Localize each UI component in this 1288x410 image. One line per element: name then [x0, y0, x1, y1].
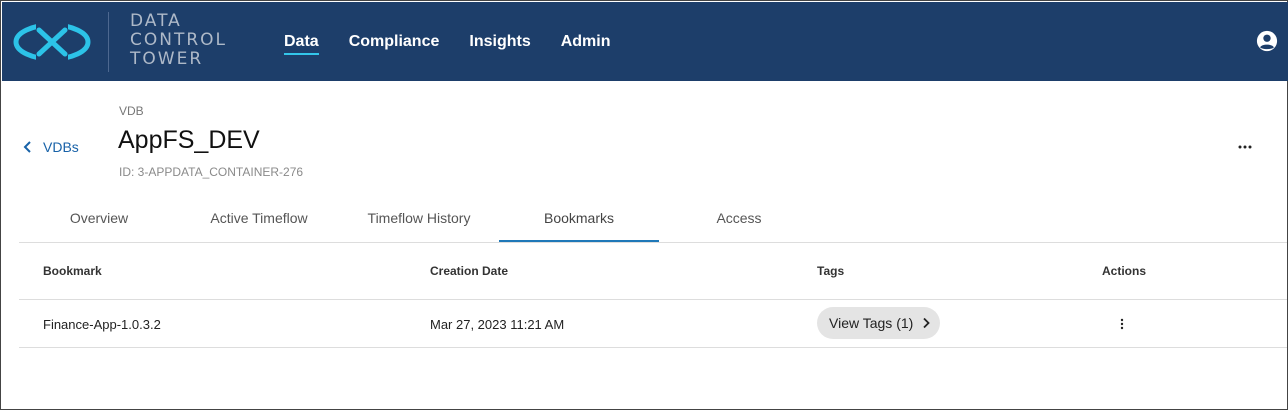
more-horizontal-icon[interactable] — [1237, 139, 1253, 155]
creation-date: Mar 27, 2023 11:21 AM — [430, 317, 565, 332]
tab-bar: Overview Active Timeflow Timeflow Histor… — [19, 197, 1287, 243]
back-link-label: VDBs — [43, 139, 79, 155]
nav-item-data[interactable]: Data — [284, 33, 319, 55]
page-title: AppFS_DEV — [118, 126, 260, 154]
nav-item-compliance[interactable]: Compliance — [349, 33, 440, 55]
logo-icon — [13, 22, 91, 62]
tab-access[interactable]: Access — [659, 197, 819, 242]
bookmark-name: Finance-App-1.0.3.2 — [43, 317, 161, 332]
view-tags-button[interactable]: View Tags (1) — [817, 307, 940, 339]
tab-overview[interactable]: Overview — [19, 197, 179, 242]
back-to-vdbs-link[interactable]: VDBs — [21, 139, 79, 155]
table-header: Bookmark Creation Date Tags Actions — [19, 243, 1287, 300]
logo-line-1: DATA — [130, 11, 182, 31]
table-row[interactable]: Finance-App-1.0.3.2 Mar 27, 2023 11:21 A… — [19, 300, 1287, 348]
logo-divider — [108, 12, 109, 72]
app-window: DATA CONTROL TOWER Data Compliance Insig… — [0, 0, 1288, 410]
tab-timeflow-history[interactable]: Timeflow History — [339, 197, 499, 242]
chevron-left-icon — [23, 141, 31, 153]
logo-line-3: TOWER — [130, 49, 204, 69]
more-vertical-icon[interactable] — [1115, 317, 1129, 331]
chevron-right-icon — [923, 317, 931, 329]
main-nav: Data Compliance Insights Admin — [284, 33, 641, 55]
account-circle-icon[interactable] — [1256, 30, 1278, 52]
column-header-bookmark[interactable]: Bookmark — [43, 264, 102, 278]
top-navigation-bar: DATA CONTROL TOWER Data Compliance Insig… — [2, 2, 1288, 81]
bookmarks-table: Bookmark Creation Date Tags Actions Fina… — [19, 243, 1287, 348]
object-id: ID: 3-APPDATA_CONTAINER-276 — [119, 165, 304, 179]
logo-wordmark: DATA CONTROL TOWER — [130, 12, 227, 69]
column-header-creation-date[interactable]: Creation Date — [430, 264, 508, 278]
column-header-tags: Tags — [817, 264, 845, 278]
tab-active-timeflow[interactable]: Active Timeflow — [179, 197, 339, 242]
column-header-actions: Actions — [1102, 264, 1147, 278]
nav-item-admin[interactable]: Admin — [561, 33, 611, 55]
tab-bookmarks[interactable]: Bookmarks — [499, 197, 659, 242]
logo-line-2: CONTROL — [130, 30, 228, 50]
nav-item-insights[interactable]: Insights — [469, 33, 530, 55]
view-tags-label: View Tags (1) — [829, 315, 914, 331]
object-type-label: VDB — [119, 104, 144, 118]
